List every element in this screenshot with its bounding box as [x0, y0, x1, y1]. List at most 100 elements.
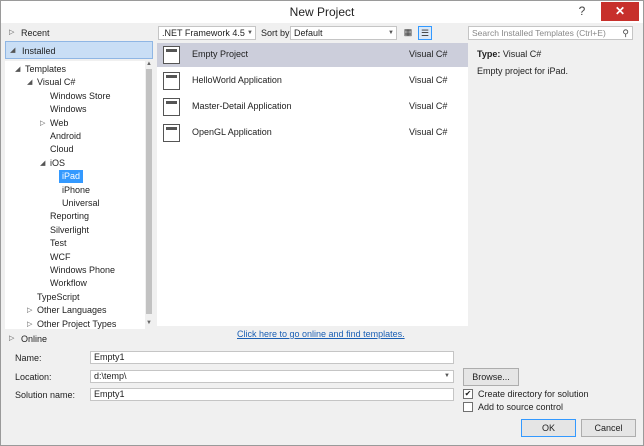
scroll-up-icon[interactable]: ▲	[145, 61, 153, 67]
browse-button[interactable]: Browse...	[463, 368, 519, 386]
tree-item-label: Reporting	[50, 211, 90, 222]
tree-item[interactable]: Windows Store	[50, 90, 111, 103]
search-placeholder: Search Installed Templates (Ctrl+E)	[472, 28, 606, 38]
search-templates-input[interactable]: Search Installed Templates (Ctrl+E) ⚲	[468, 26, 633, 40]
collapse-arrow-icon[interactable]: ◢	[27, 76, 32, 89]
dialog-title: New Project	[289, 5, 355, 19]
location-value: d:\temp\	[94, 371, 127, 381]
tree-item-label: Workflow	[50, 278, 87, 289]
medium-icons-view-icon[interactable]: ▦	[401, 26, 415, 40]
tree-item[interactable]: Silverlight	[50, 224, 89, 237]
project-template-icon	[163, 98, 180, 116]
tree-item[interactable]: ◢ iOS	[40, 157, 66, 170]
add-source-control-label: Add to source control	[478, 402, 564, 412]
location-field[interactable]: d:\temp\ ▼	[90, 370, 454, 383]
tree-item[interactable]: Cloud	[50, 143, 74, 156]
tree-item-label: Templates	[25, 64, 67, 74]
tree-item-label: Windows Phone	[50, 265, 116, 275]
template-row[interactable]: OpenGL Application Visual C#	[157, 121, 468, 145]
template-name: Master-Detail Application	[192, 101, 292, 111]
tree-item-label: iPhone	[62, 184, 91, 195]
scroll-down-icon[interactable]: ▼	[145, 320, 153, 326]
collapse-arrow-icon: ◢	[10, 47, 16, 54]
collapse-arrow-icon[interactable]: ◢	[15, 63, 20, 76]
template-description: Empty project for iPad.	[477, 66, 569, 76]
template-language: Visual C#	[409, 127, 448, 137]
framework-value: .NET Framework 4.5	[162, 28, 245, 38]
create-directory-checkbox[interactable]: ✔	[463, 389, 473, 399]
tree-item[interactable]: Android	[50, 130, 81, 143]
template-row[interactable]: HelloWorld Application Visual C#	[157, 69, 468, 93]
installed-section[interactable]: ◢ Installed	[5, 41, 153, 59]
tree-item[interactable]: TypeScript	[37, 291, 80, 304]
tree-item[interactable]: ◢ Visual C#	[27, 76, 75, 89]
template-language: Visual C#	[409, 49, 448, 59]
collapse-arrow-icon[interactable]: ◢	[40, 157, 45, 170]
tree-item-label: Android	[50, 131, 82, 141]
name-field[interactable]: Empty1	[90, 351, 454, 364]
type-label: Type:	[477, 49, 501, 59]
expand-arrow-icon[interactable]: ▷	[27, 318, 32, 329]
solution-name-value: Empty1	[94, 389, 125, 399]
template-row[interactable]: Empty Project Visual C#	[157, 43, 468, 67]
solution-name-label: Solution name:	[15, 390, 76, 400]
template-row[interactable]: Master-Detail Application Visual C#	[157, 95, 468, 119]
sort-select[interactable]: Default ▼	[290, 26, 397, 40]
name-label: Name:	[15, 353, 42, 363]
find-online-templates-link[interactable]: Click here to go online and find templat…	[237, 329, 405, 339]
tree-item[interactable]: Reporting	[50, 210, 89, 223]
tree-item[interactable]: Workflow	[50, 277, 87, 290]
template-name: Empty Project	[192, 49, 249, 59]
close-button[interactable]: ✕	[601, 2, 639, 21]
templates-list: Empty Project Visual C# HelloWorld Applica…	[157, 43, 468, 326]
tree-item[interactable]: Test	[50, 237, 67, 250]
create-directory-label: Create directory for solution	[478, 389, 589, 399]
online-section[interactable]: ▷ Online	[5, 331, 153, 347]
small-icons-view-icon[interactable]: ☰	[418, 26, 432, 40]
tree-item-label: WCF	[50, 251, 71, 262]
tree-item[interactable]: ▷ Other Project Types	[27, 318, 116, 329]
tree-item-label: Test	[50, 238, 67, 249]
tree-item[interactable]: Windows	[50, 103, 87, 116]
add-source-control-checkbox[interactable]	[463, 402, 473, 412]
framework-select[interactable]: .NET Framework 4.5 ▼	[158, 26, 256, 40]
recent-section[interactable]: ▷ Recent	[5, 25, 153, 41]
template-name: HelloWorld Application	[192, 75, 282, 85]
chevron-down-icon[interactable]: ▼	[444, 371, 450, 382]
template-categories-panel: ▷ Recent ◢ Installed ◢ Templates ◢ Visual C…	[5, 23, 153, 344]
cancel-button[interactable]: Cancel	[581, 419, 636, 437]
search-icon[interactable]: ⚲	[622, 27, 629, 39]
tree-item-label: Silverlight	[50, 224, 90, 235]
installed-label: Installed	[22, 46, 56, 56]
expand-arrow-icon: ▷	[9, 335, 15, 342]
project-template-icon	[163, 124, 180, 142]
ok-button[interactable]: OK	[521, 419, 576, 437]
new-project-dialog: New Project ? ✕ ▷ Recent ◢ Installed ◢ Te…	[0, 0, 644, 446]
tree-item-label: Windows	[50, 104, 87, 115]
online-label: Online	[21, 334, 48, 344]
project-template-icon	[163, 46, 180, 64]
tree-item-label: Web	[50, 117, 69, 128]
sort-label: Sort by:	[261, 28, 293, 38]
expand-arrow-icon[interactable]: ▷	[27, 304, 32, 317]
tree-item[interactable]: iPhone	[62, 184, 90, 197]
expand-arrow-icon[interactable]: ▷	[40, 117, 45, 130]
tree-scrollbar[interactable]: ▲ ▼	[145, 61, 153, 329]
tree-item[interactable]: ◢ Templates	[15, 63, 67, 76]
tree-item-label: iPad	[62, 171, 81, 182]
tree-item-label: iOS	[50, 157, 66, 168]
tree-item[interactable]: iPad	[59, 170, 84, 184]
tree-item[interactable]: ▷ Web	[40, 117, 69, 130]
tree-item[interactable]: ▷ Other Languages	[27, 304, 107, 317]
recent-label: Recent	[21, 28, 50, 38]
type-value: Visual C#	[502, 49, 542, 59]
help-button[interactable]: ?	[566, 2, 598, 21]
tree-item[interactable]: Windows Phone	[50, 264, 115, 277]
tree-item-label: Other Languages	[37, 305, 107, 316]
tree-item[interactable]: Universal	[62, 197, 100, 210]
template-language: Visual C#	[409, 101, 448, 111]
title-bar: New Project ? ✕	[1, 1, 643, 23]
solution-name-field[interactable]: Empty1	[90, 388, 454, 401]
scrollbar-thumb[interactable]	[146, 69, 152, 314]
tree-item[interactable]: WCF	[50, 251, 71, 264]
